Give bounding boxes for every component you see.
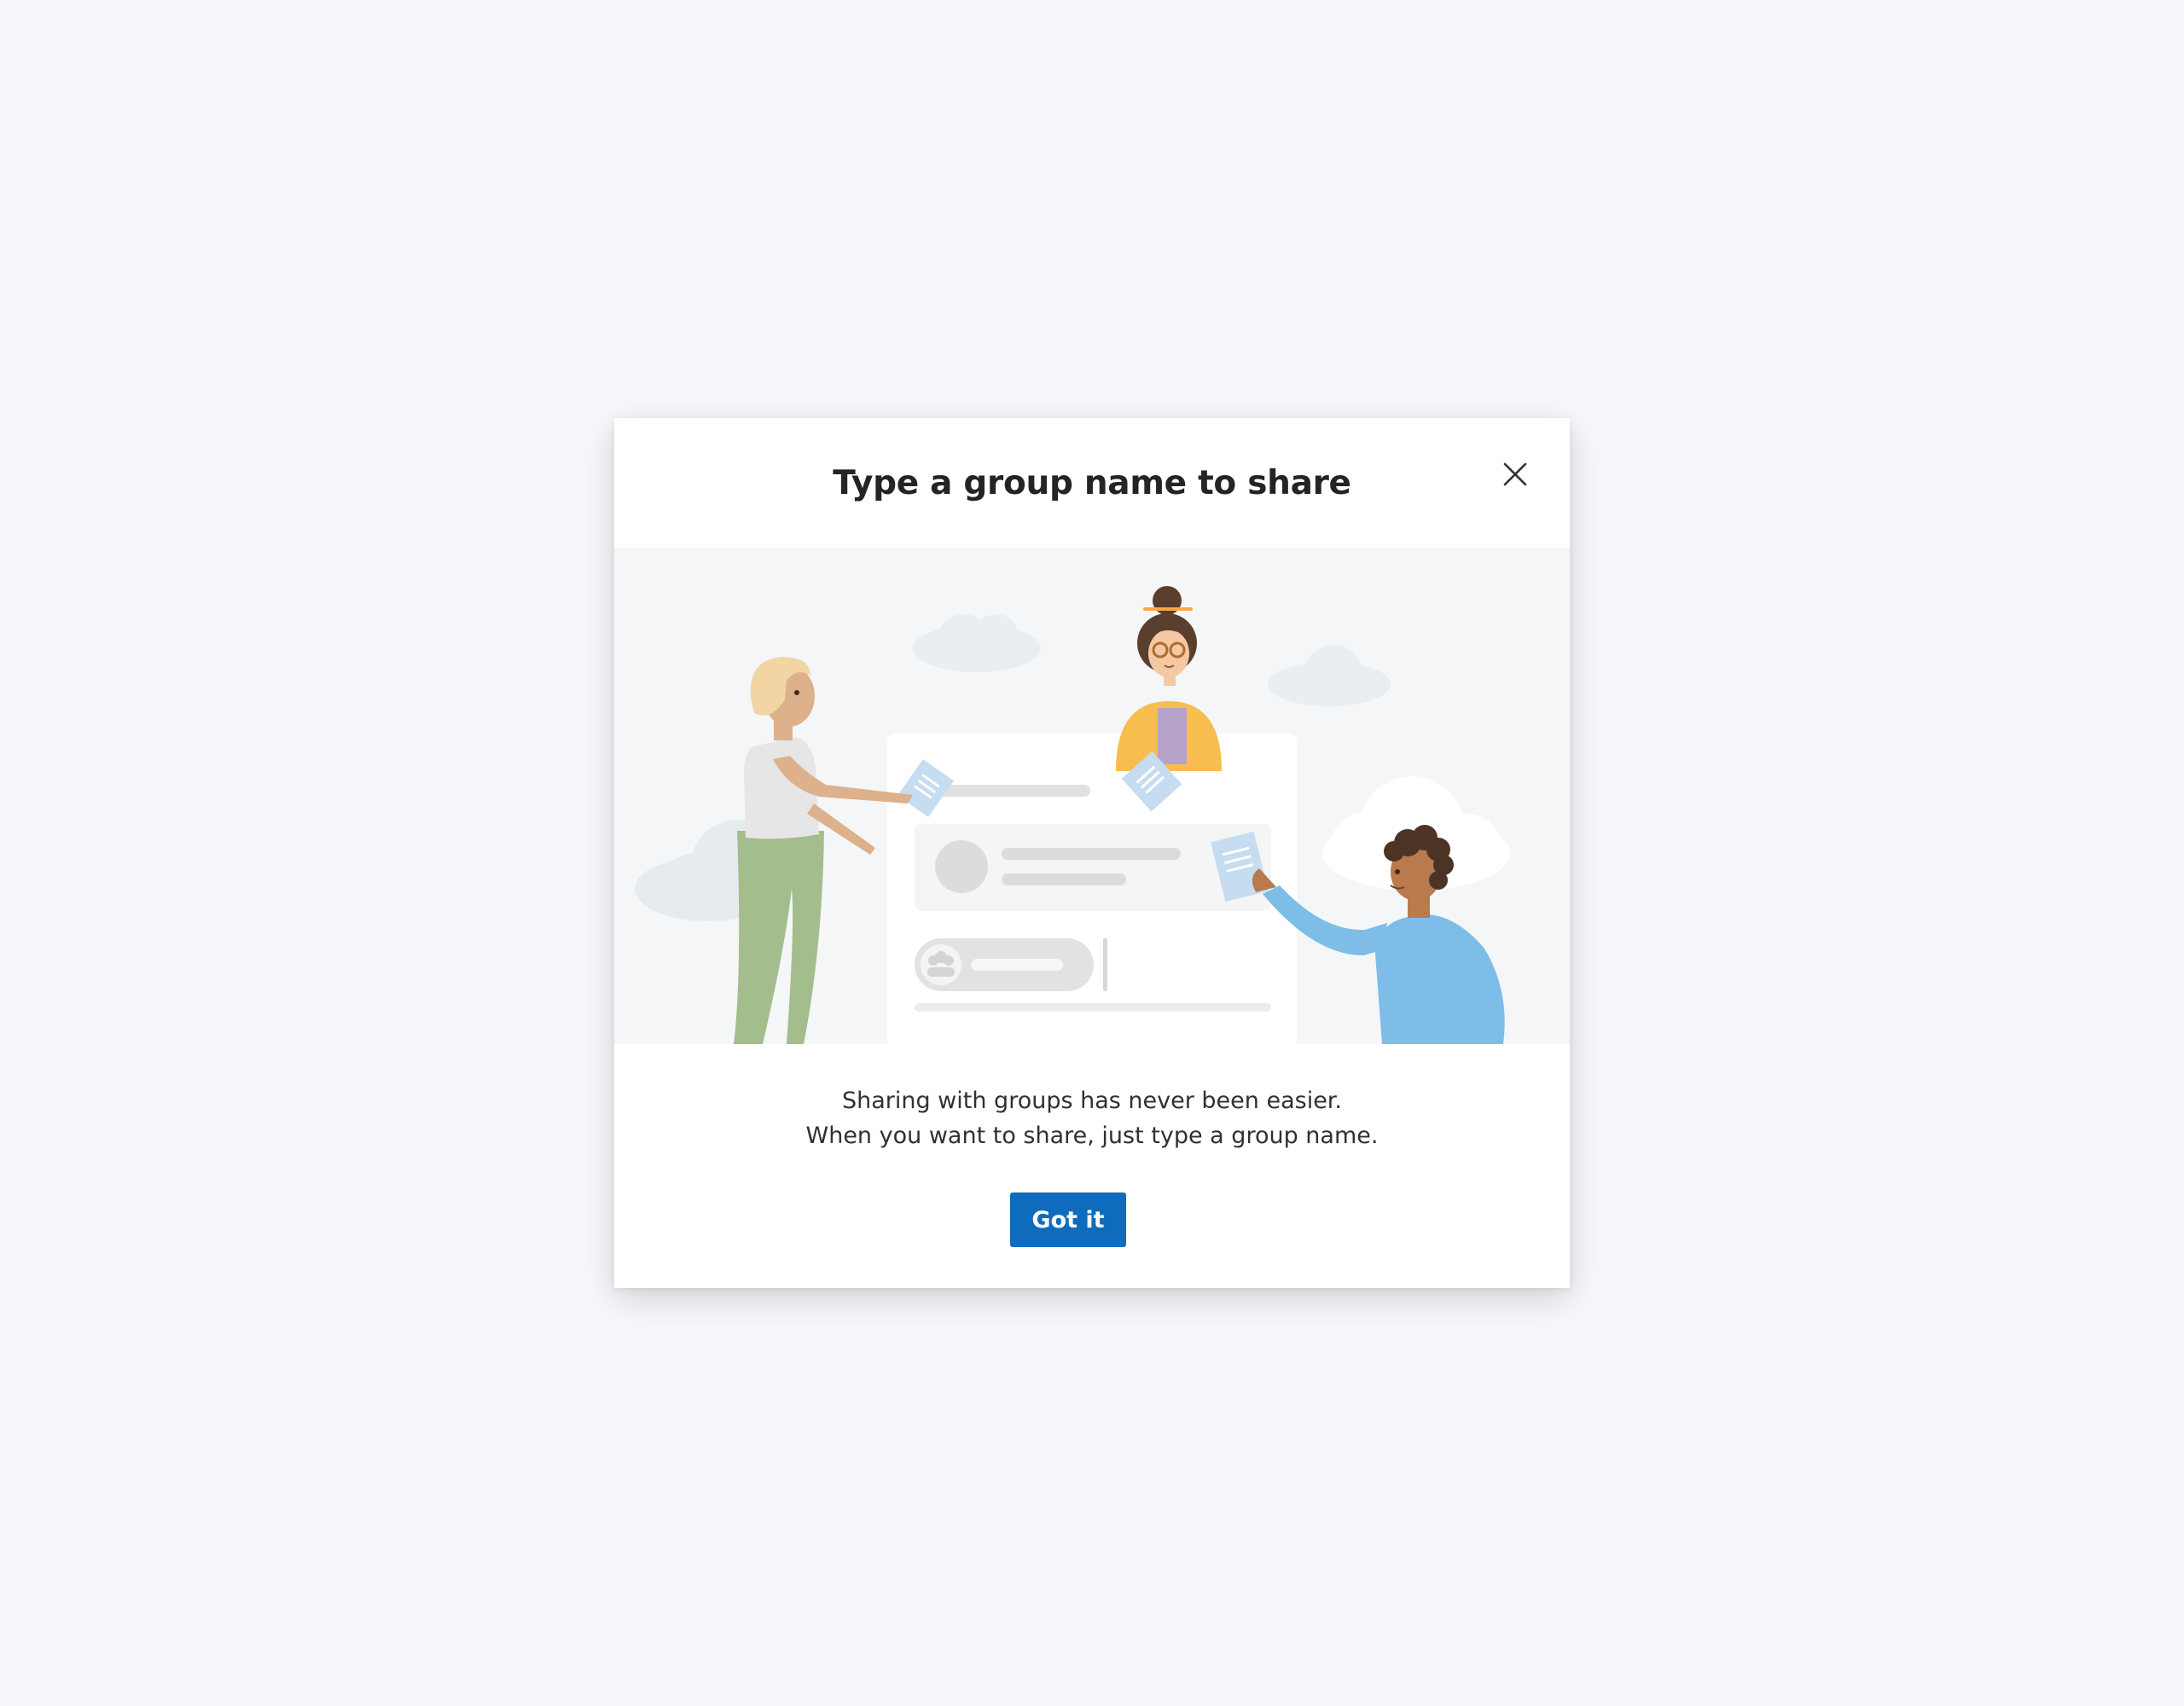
message-line-1: Sharing with groups has never been easie… bbox=[841, 1088, 1343, 1114]
sharing-illustration bbox=[614, 548, 1570, 1044]
close-icon bbox=[1503, 462, 1527, 486]
person-icon bbox=[734, 657, 913, 1044]
got-it-button[interactable]: Got it bbox=[1010, 1192, 1126, 1247]
cloud-icon bbox=[913, 614, 1041, 672]
person-icon bbox=[1116, 586, 1222, 771]
message-line-2: When you want to share, just type a grou… bbox=[805, 1123, 1379, 1149]
dialog-header: Type a group name to share bbox=[614, 418, 1570, 548]
close-button[interactable] bbox=[1491, 450, 1539, 498]
cloud-icon bbox=[1268, 645, 1391, 706]
share-teaching-dialog: Type a group name to share Sharing with … bbox=[614, 418, 1570, 1288]
dialog-title: Type a group name to share bbox=[833, 464, 1351, 502]
dialog-message: Sharing with groups has never been easie… bbox=[614, 1083, 1570, 1153]
